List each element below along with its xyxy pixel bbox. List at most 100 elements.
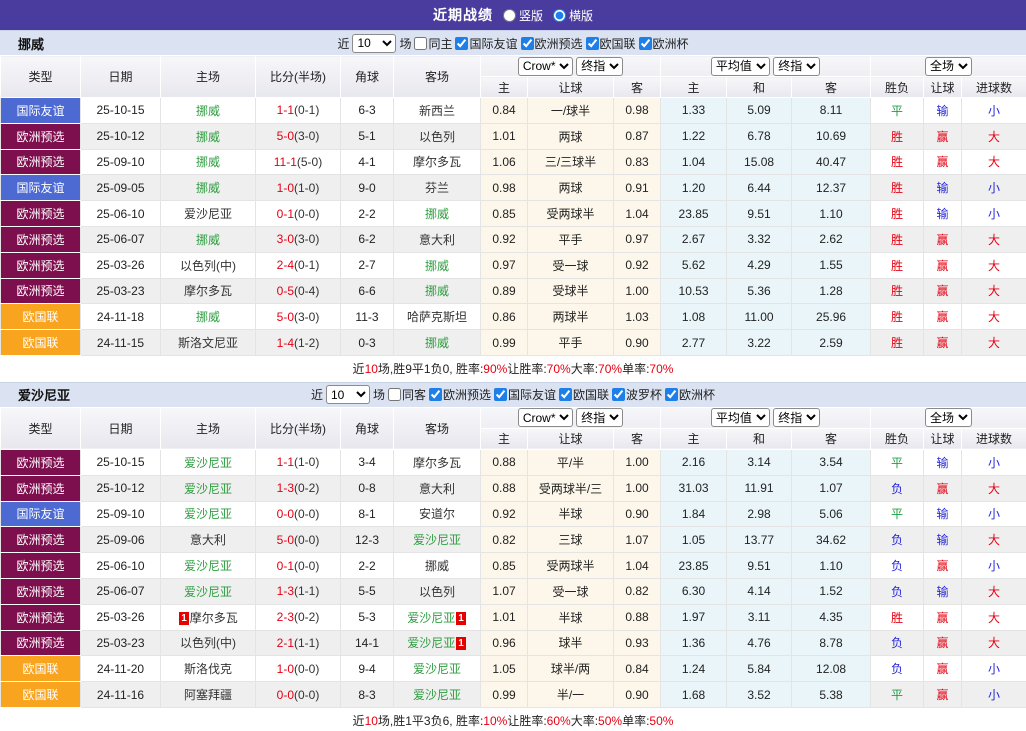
- odds-home-value: 0.89: [480, 277, 528, 305]
- away-team: 爱沙尼亚: [393, 655, 481, 683]
- final-odds-select[interactable]: 终指: [576, 408, 624, 428]
- league-checkbox[interactable]: [559, 388, 573, 402]
- team-name-text: 意大利: [418, 232, 455, 247]
- avg-away-odds: 8.78: [791, 629, 872, 657]
- home-team: 挪威: [160, 148, 256, 176]
- away-team: 挪威: [393, 277, 481, 305]
- same-venue-label: 同主: [428, 36, 453, 51]
- league-checkbox[interactable]: [520, 36, 534, 50]
- league-filter[interactable]: 欧洲预选: [520, 35, 583, 52]
- league-label: 波罗杯: [626, 388, 663, 403]
- outcome-text: 大: [988, 533, 1001, 548]
- result-wdl-value: 平: [870, 500, 925, 528]
- competition-type-badge: 欧洲预选: [0, 148, 81, 176]
- same-venue-filter[interactable]: 同主: [414, 35, 452, 52]
- team-name-text: 挪威: [424, 258, 449, 273]
- horizontal-layout-radio[interactable]: [553, 8, 566, 22]
- match-count-select[interactable]: 10: [352, 33, 397, 53]
- odds-away-value: 0.90: [612, 681, 662, 708]
- match-date: 25-06-10: [80, 552, 161, 579]
- result-wdl-value: 胜: [870, 225, 925, 253]
- fulltime-score: 1-3: [276, 584, 294, 599]
- league-checkbox[interactable]: [585, 36, 599, 50]
- league-filter[interactable]: 国际友谊: [455, 35, 518, 52]
- league-checkbox[interactable]: [428, 388, 442, 402]
- result-goals-value: 小: [961, 174, 1026, 202]
- result-handicap-value: 赢: [923, 148, 963, 176]
- odds-home-value: 1.01: [480, 122, 528, 150]
- team-name-text: 挪威: [424, 336, 449, 351]
- competition-type-badge: 欧国联: [0, 329, 81, 356]
- odds-away-value: 0.97: [612, 225, 662, 253]
- avg-home-odds: 2.77: [660, 329, 728, 356]
- away-team: 爱沙尼亚: [393, 526, 481, 554]
- average-select[interactable]: 平均值: [710, 408, 770, 428]
- odds-handicap-value: 三/三球半: [527, 148, 614, 176]
- summary-stat-value: 50%: [649, 713, 674, 728]
- same-venue-checkbox[interactable]: [414, 36, 428, 50]
- match-count-select[interactable]: 10: [325, 385, 370, 405]
- vertical-layout-radio[interactable]: [502, 8, 516, 22]
- layout-option-horizontal[interactable]: 横版: [553, 7, 593, 24]
- final-average-select[interactable]: 终指: [773, 408, 821, 428]
- away-team: 意大利: [393, 225, 481, 253]
- league-checkbox[interactable]: [455, 36, 469, 50]
- scope-cell: 全场: [870, 406, 1026, 429]
- final-average-select[interactable]: 终指: [773, 56, 821, 76]
- league-filter[interactable]: 国际友谊: [494, 386, 556, 403]
- same-venue-filter[interactable]: 同客: [387, 386, 426, 403]
- avg-away-odds: 4.35: [791, 603, 872, 631]
- league-label: 欧洲预选: [442, 388, 491, 403]
- same-venue-checkbox[interactable]: [387, 388, 401, 402]
- team-results-section: 挪威 近 10 场 同主 国际友谊 欧洲预选 欧国联 欧洲杯 类型 日期 主场 …: [0, 30, 1026, 382]
- col-avg-away: 客: [791, 427, 872, 450]
- league-checkbox[interactable]: [494, 388, 507, 402]
- halftime-score: (3-0): [294, 232, 320, 247]
- average-select[interactable]: 平均值: [710, 56, 770, 76]
- col-handicap: 让球: [527, 76, 614, 98]
- league-filter[interactable]: 欧国联: [559, 386, 609, 403]
- odds-home-value: 0.99: [480, 329, 528, 356]
- league-filter[interactable]: 欧洲杯: [638, 35, 689, 52]
- result-wdl-value: 平: [870, 97, 925, 124]
- outcome-text: 负: [891, 559, 904, 574]
- halftime-score: (0-2): [294, 610, 320, 625]
- league-filters: 国际友谊 欧洲预选 欧国联 欧洲杯: [455, 35, 689, 52]
- team-name-text: 挪威: [195, 181, 220, 196]
- odds-source-select[interactable]: Crow*: [517, 408, 573, 428]
- near-label: 近: [310, 388, 323, 403]
- league-checkbox[interactable]: [638, 36, 652, 50]
- col-date: 日期: [80, 406, 161, 450]
- away-team: 爱沙尼亚: [393, 681, 481, 708]
- competition-type-badge: 欧洲预选: [0, 122, 81, 150]
- away-team: 挪威: [393, 329, 481, 356]
- final-odds-select[interactable]: 终指: [576, 56, 624, 76]
- match-date: 25-10-12: [80, 474, 161, 502]
- result-handicap-value: 赢: [923, 629, 963, 657]
- league-checkbox[interactable]: [612, 388, 626, 402]
- team-name-text: 斯洛文尼亚: [177, 336, 238, 351]
- league-filter[interactable]: 欧国联: [585, 35, 636, 52]
- scope-select[interactable]: 全场: [925, 56, 973, 76]
- halftime-score: (1-1): [294, 635, 320, 650]
- odds-away-value: 0.83: [612, 148, 662, 176]
- odds-handicap-value: 平手: [527, 225, 614, 253]
- corner-score: 6-2: [340, 225, 394, 253]
- layout-option-vertical[interactable]: 竖版: [502, 7, 543, 24]
- league-filter[interactable]: 波罗杯: [612, 386, 662, 403]
- fulltime-score: 2-4: [276, 258, 294, 273]
- odds-source-select[interactable]: Crow*: [517, 56, 573, 76]
- summary-text: 场,胜1平3负6, 胜率:: [377, 714, 484, 729]
- avg-away-odds: 8.11: [791, 97, 872, 124]
- avg-draw-odds: 5.84: [726, 655, 793, 683]
- league-checkbox[interactable]: [665, 388, 679, 402]
- team-results-section: 爱沙尼亚 近 10 场 同客 欧洲预选 国际友谊 欧国联 波罗杯 欧洲杯 类型 …: [0, 381, 1026, 731]
- league-filter[interactable]: 欧洲杯: [665, 386, 715, 403]
- score-cell: 0-1(0-0): [255, 200, 341, 227]
- league-filter[interactable]: 欧洲预选: [428, 386, 491, 403]
- avg-away-odds: 5.38: [791, 681, 872, 708]
- team-name-text: 爱沙尼亚: [183, 481, 232, 496]
- outcome-text: 输: [936, 455, 949, 470]
- scope-select[interactable]: 全场: [925, 408, 973, 428]
- competition-type-badge: 欧洲预选: [0, 277, 81, 305]
